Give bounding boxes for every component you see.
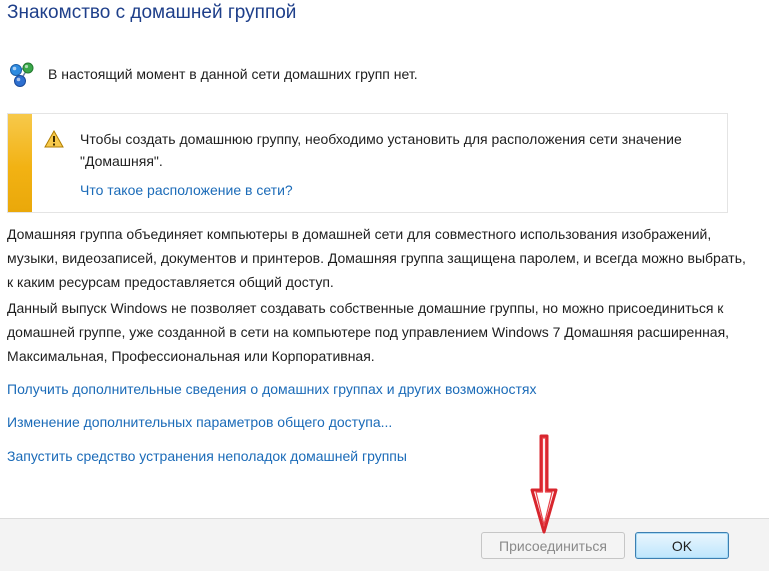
warning-stripe (8, 114, 32, 212)
page-title: Знакомство с домашней группой (7, 2, 297, 23)
network-globe-icon (10, 62, 34, 87)
warning-message: Чтобы создать домашнюю группу, необходим… (80, 131, 682, 169)
footer-divider (0, 518, 769, 519)
ok-button[interactable]: OK (635, 532, 729, 559)
red-arrow-annotation (530, 434, 558, 534)
warning-triangle-icon (44, 130, 64, 148)
network-location-link[interactable]: Что такое расположение в сети? (80, 182, 293, 198)
advanced-sharing-link[interactable]: Изменение дополнительных параметров обще… (7, 414, 392, 430)
status-message: В настоящий момент в данной сети домашни… (48, 66, 418, 82)
edition-limitation-note: Данный выпуск Windows не позволяет созда… (7, 300, 730, 364)
warning-panel: Чтобы создать домашнюю группу, необходим… (7, 113, 728, 213)
more-info-link[interactable]: Получить дополнительные сведения о домаш… (7, 381, 536, 397)
troubleshooter-link[interactable]: Запустить средство устранения неполадок … (7, 448, 407, 464)
homegroup-description: Домашняя группа объединяет компьютеры в … (7, 226, 746, 290)
